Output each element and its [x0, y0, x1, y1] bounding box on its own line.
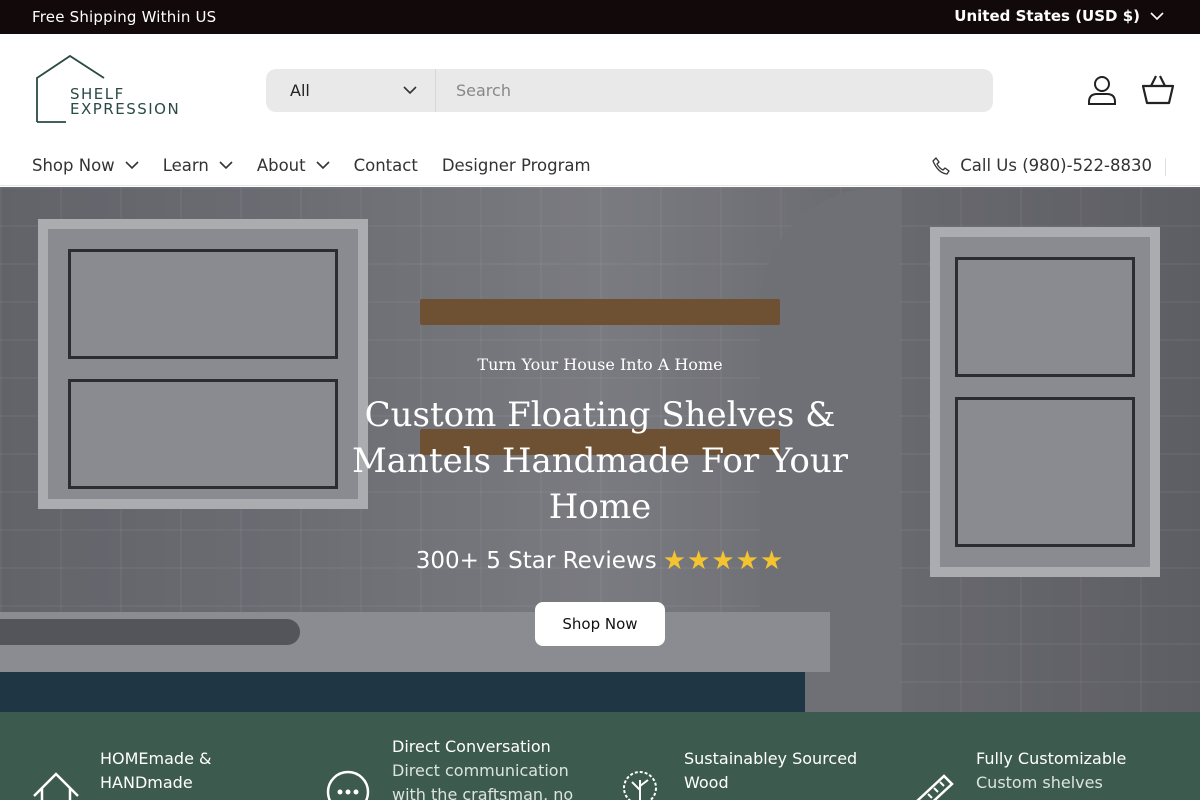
- search-bar: All: [266, 69, 993, 112]
- phone-label: Call Us (980)-522-8830: [960, 156, 1152, 175]
- divider: [1165, 158, 1166, 176]
- house-icon: [33, 772, 79, 800]
- search-category-select[interactable]: All: [266, 69, 436, 112]
- announcement-bar: Free Shipping Within US United States (U…: [0, 0, 1200, 34]
- features-strip: HOMEmade & HANDmade Direct Conversation …: [0, 712, 1200, 800]
- feature-title-line2: HANDmade: [100, 773, 193, 792]
- chat-icon: [326, 770, 370, 800]
- chevron-down-icon: [403, 86, 417, 95]
- feature-title: Direct Conversation: [392, 737, 551, 756]
- site-logo[interactable]: SHELF EXPRESSION: [34, 54, 194, 124]
- account-icon[interactable]: [1086, 74, 1118, 106]
- search-category-label: All: [290, 81, 310, 100]
- nav-label: Contact: [353, 156, 418, 175]
- logo-line-expression: EXPRESSION: [70, 100, 181, 118]
- chevron-down-icon: [316, 161, 330, 170]
- call-us-link[interactable]: Call Us (980)-522-8830: [932, 156, 1152, 175]
- main-nav: Shop Now Learn About Contact Designer Pr…: [32, 156, 591, 175]
- free-shipping-text: Free Shipping Within US: [32, 8, 217, 26]
- tree-icon: [623, 771, 657, 800]
- chevron-down-icon: [219, 161, 233, 170]
- cart-basket-icon[interactable]: [1141, 74, 1175, 106]
- nav-label: Designer Program: [441, 156, 591, 175]
- feature-title-line1: Sustainabley Sourced: [684, 749, 858, 768]
- nav-contact[interactable]: Contact: [354, 156, 418, 175]
- feature-desc-line1: Custom shelves: [976, 773, 1103, 792]
- hero-reviews: 300+ 5 Star Reviews ★★★★★: [300, 546, 900, 576]
- feature-sustainable-wood: Sustainabley Sourced Wood: [618, 712, 888, 800]
- header-icons: [1086, 74, 1175, 106]
- five-star-icon: ★★★★★: [662, 546, 785, 576]
- nav-about[interactable]: About: [257, 156, 330, 175]
- hero-shop-now-button[interactable]: Shop Now: [535, 602, 665, 646]
- nav-designer-program[interactable]: Designer Program: [442, 156, 591, 175]
- nav-label: About: [256, 156, 306, 175]
- chevron-down-icon: [125, 161, 139, 170]
- hero-title: Custom Floating Shelves & Mantels Handma…: [351, 395, 849, 527]
- country-selector[interactable]: United States (USD $): [954, 7, 1164, 25]
- search-input[interactable]: [436, 69, 993, 112]
- feature-title-line2: Wood: [684, 773, 729, 792]
- phone-icon: [932, 156, 950, 175]
- nav-shop-now[interactable]: Shop Now: [32, 156, 139, 175]
- feature-title: Fully Customizable: [976, 749, 1127, 768]
- chevron-down-icon: [1150, 11, 1164, 20]
- nav-learn[interactable]: Learn: [163, 156, 233, 175]
- hero-content: Turn Your House Into A Home Custom Float…: [300, 355, 900, 646]
- feature-homemade: HOMEmade & HANDmade: [32, 712, 292, 800]
- ruler-icon: [916, 774, 954, 800]
- feature-direct-conversation: Direct Conversation Direct communication…: [326, 712, 596, 800]
- feature-desc-line2: with the craftsman, no: [392, 785, 574, 800]
- feature-title-line1: HOMEmade &: [100, 749, 212, 768]
- nav-label: Learn: [162, 156, 209, 175]
- feature-customizable: Fully Customizable Custom shelves: [910, 712, 1180, 800]
- feature-desc-line1: Direct communication: [392, 761, 569, 780]
- reviews-text: 300+ 5 Star Reviews: [415, 548, 657, 574]
- hero-banner: Turn Your House Into A Home Custom Float…: [0, 187, 1200, 712]
- site-header: SHELF EXPRESSION All Shop Now Learn Abou…: [0, 34, 1200, 186]
- nav-label: Shop Now: [32, 156, 115, 175]
- country-label: United States (USD $): [954, 7, 1140, 25]
- hero-subtitle: Turn Your House Into A Home: [477, 355, 723, 374]
